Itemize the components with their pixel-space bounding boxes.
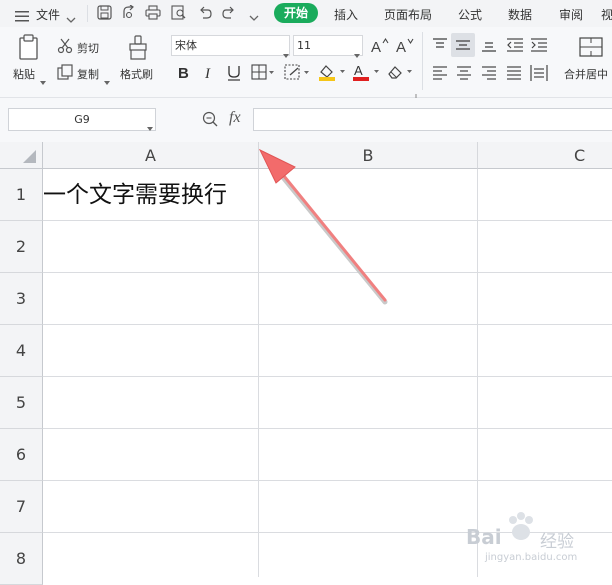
cut-button[interactable]: 剪切 bbox=[77, 40, 99, 56]
increase-font-size-icon[interactable]: A bbox=[371, 37, 389, 57]
annotation-arrow bbox=[255, 145, 395, 310]
row-header-8[interactable]: 8 bbox=[0, 533, 43, 585]
gridline bbox=[477, 169, 478, 577]
row-header-4[interactable]: 4 bbox=[0, 325, 43, 377]
hamburger-menu-icon[interactable] bbox=[15, 7, 29, 22]
print-icon[interactable] bbox=[145, 5, 161, 24]
row-header-2[interactable]: 2 bbox=[0, 221, 43, 273]
format-painter-icon[interactable] bbox=[128, 35, 148, 64]
tab-insert[interactable]: 插入 bbox=[334, 6, 358, 23]
svg-text:A: A bbox=[371, 39, 381, 53]
separator bbox=[87, 5, 88, 22]
separator bbox=[422, 32, 423, 90]
copy-icon[interactable] bbox=[57, 64, 73, 84]
tab-review[interactable]: 审阅 bbox=[559, 6, 583, 23]
tab-data[interactable]: 数据 bbox=[508, 6, 532, 23]
zoom-search-icon[interactable] bbox=[202, 111, 218, 131]
export-icon[interactable] bbox=[121, 4, 136, 24]
font-name-select[interactable]: 宋体 bbox=[171, 35, 290, 56]
clear-format-icon[interactable] bbox=[386, 64, 414, 84]
font-name-dropdown-icon[interactable] bbox=[283, 44, 289, 63]
cell-style-icon[interactable] bbox=[284, 64, 310, 84]
redo-icon[interactable] bbox=[222, 5, 237, 24]
row-header-5[interactable]: 5 bbox=[0, 377, 43, 429]
distributed-align-icon[interactable] bbox=[530, 64, 548, 86]
paste-dropdown-icon[interactable] bbox=[40, 71, 46, 90]
bold-icon[interactable]: B bbox=[177, 64, 191, 84]
print-preview-icon[interactable] bbox=[171, 5, 187, 24]
watermark-brand: Bai bbox=[466, 525, 502, 549]
name-box-dropdown-icon[interactable] bbox=[147, 117, 153, 136]
row-header-1[interactable]: 1 bbox=[0, 169, 43, 221]
gridline bbox=[43, 376, 612, 377]
formula-input[interactable] bbox=[253, 108, 612, 131]
align-center-icon[interactable] bbox=[456, 65, 472, 85]
borders-icon[interactable] bbox=[251, 64, 275, 84]
underline-icon[interactable] bbox=[226, 64, 242, 85]
gridline bbox=[43, 480, 612, 481]
decrease-font-size-icon[interactable]: A bbox=[396, 37, 414, 57]
name-box[interactable]: G9 bbox=[8, 108, 156, 131]
align-top-icon[interactable] bbox=[432, 37, 448, 57]
row-header-3[interactable]: 3 bbox=[0, 273, 43, 325]
svg-text:B: B bbox=[178, 65, 189, 80]
row-header-7[interactable]: 7 bbox=[0, 481, 43, 533]
font-size-dropdown-icon[interactable] bbox=[354, 44, 360, 63]
watermark-brand-cn: 经验 bbox=[540, 532, 574, 552]
increase-indent-icon[interactable] bbox=[530, 37, 548, 57]
copy-dropdown-icon[interactable] bbox=[104, 71, 110, 90]
decrease-indent-icon[interactable] bbox=[506, 37, 524, 57]
align-left-icon[interactable] bbox=[432, 65, 448, 85]
gridline bbox=[43, 428, 612, 429]
paste-icon[interactable] bbox=[18, 34, 40, 64]
font-color-icon[interactable]: A bbox=[352, 63, 380, 85]
fill-color-icon[interactable] bbox=[318, 63, 346, 85]
format-painter-button[interactable]: 格式刷 bbox=[120, 66, 153, 82]
merge-center-icon[interactable] bbox=[579, 37, 603, 61]
undo-icon[interactable] bbox=[197, 5, 212, 24]
watermark-url: jingyan.baidu.com bbox=[485, 552, 578, 563]
tab-formulas[interactable]: 公式 bbox=[458, 6, 482, 23]
align-bottom-icon[interactable] bbox=[481, 37, 497, 57]
tab-page-layout[interactable]: 页面布局 bbox=[384, 6, 432, 23]
save-icon[interactable] bbox=[97, 5, 112, 24]
merge-center-button[interactable]: 合并居中 bbox=[564, 66, 608, 82]
row-header-6[interactable]: 6 bbox=[0, 429, 43, 481]
chevron-down-icon[interactable] bbox=[66, 9, 76, 28]
svg-text:A: A bbox=[396, 39, 406, 53]
tab-view[interactable]: 视 bbox=[601, 6, 612, 23]
insert-function-button[interactable]: fx bbox=[229, 109, 241, 127]
italic-icon[interactable]: I bbox=[202, 64, 216, 84]
quick-access-dropdown-icon[interactable] bbox=[249, 8, 259, 27]
paste-button[interactable]: 粘贴 bbox=[13, 66, 35, 82]
font-size-select[interactable]: 11 bbox=[293, 35, 363, 56]
tab-home[interactable]: 开始 bbox=[274, 3, 318, 23]
baidu-paw-logo bbox=[503, 510, 539, 550]
column-header-c[interactable]: C bbox=[478, 142, 612, 169]
column-header-a[interactable]: A bbox=[43, 142, 259, 169]
align-right-icon[interactable] bbox=[481, 65, 497, 85]
file-menu[interactable]: 文件 bbox=[36, 6, 60, 23]
scissors-icon[interactable] bbox=[57, 38, 73, 58]
select-all-corner[interactable] bbox=[0, 142, 43, 169]
align-middle-icon[interactable] bbox=[451, 33, 475, 57]
copy-button[interactable]: 复制 bbox=[77, 66, 99, 82]
svg-text:A: A bbox=[354, 63, 363, 78]
justify-icon[interactable] bbox=[506, 65, 522, 85]
svg-text:I: I bbox=[204, 66, 211, 80]
gridline bbox=[43, 324, 612, 325]
